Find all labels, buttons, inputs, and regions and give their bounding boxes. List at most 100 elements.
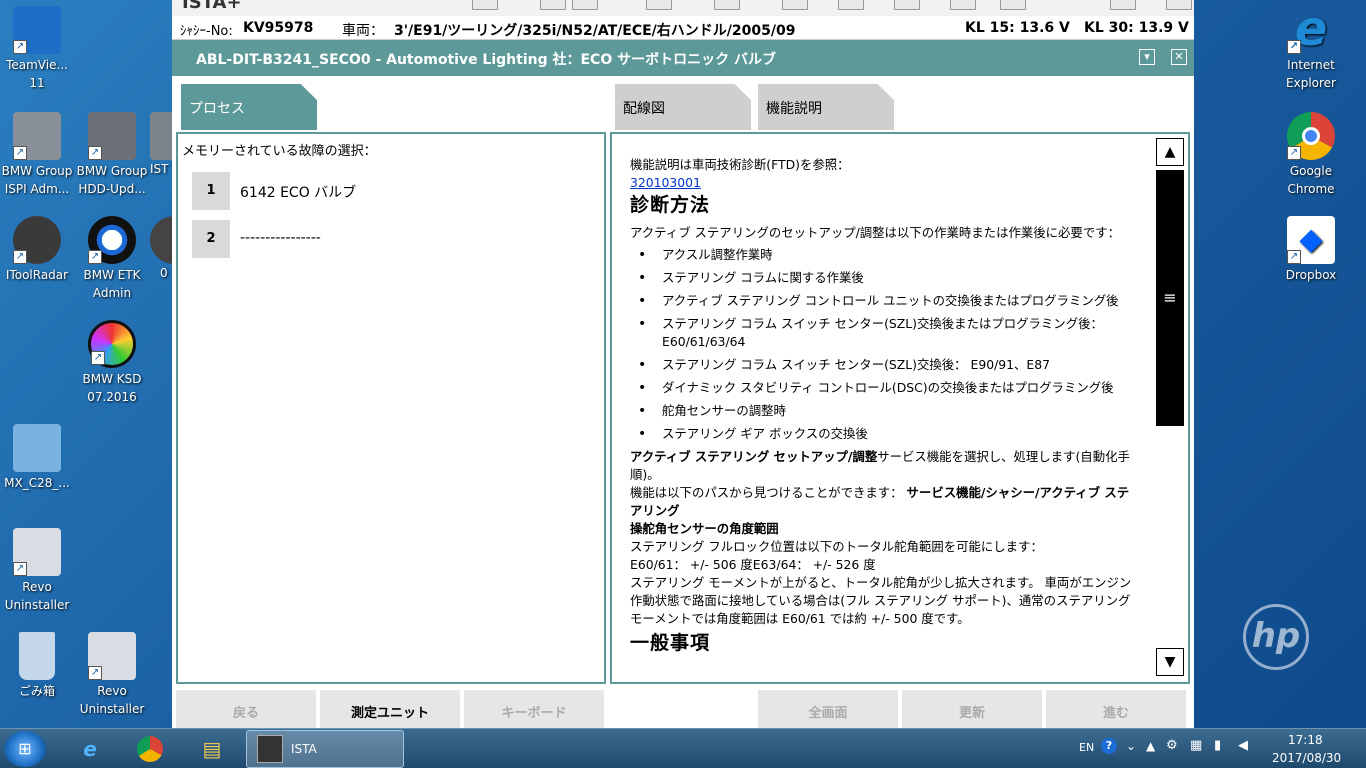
internet-explorer-icon[interactable]: e xyxy=(70,733,110,765)
fullscreen-button[interactable]: 全画面 xyxy=(758,690,898,728)
language-indicator[interactable]: EN xyxy=(1079,741,1094,754)
list-item[interactable]: 2 ---------------- xyxy=(192,220,592,258)
desktop-icon-bmw-app[interactable]: 0 xyxy=(150,216,172,282)
measurement-unit-button[interactable]: 測定ユニット xyxy=(320,690,460,728)
desktop-icon-mx-file[interactable]: MX_C28_... xyxy=(0,424,74,492)
fault-selection-panel: メモリーされている故障の選択： 1 6142 ECO バルブ 2 -------… xyxy=(176,132,606,684)
tab-process[interactable]: プロセス xyxy=(181,84,317,130)
desktop-icon-label: Internet Explorer xyxy=(1286,58,1336,90)
desktop-icon-hdd-update[interactable]: ↗ BMW Group HDD-Upd... xyxy=(75,112,149,198)
minimize-icon[interactable]: ▾ xyxy=(1139,49,1155,65)
desktop-icon-bmw-ksd[interactable]: ↗ BMW KSD 07.2016 xyxy=(75,320,149,406)
wifi-signal-icon[interactable]: ▮ xyxy=(1214,738,1221,753)
taskbar-item-ista[interactable]: ISTA xyxy=(246,730,404,768)
tab-wiring-diagram[interactable]: 配線図 xyxy=(615,84,751,130)
list-item: ステアリング コラム スイッチ センター(SZL)交換後またはプログラミング後：… xyxy=(630,315,1138,351)
toolbar-tools-button[interactable] xyxy=(714,0,740,10)
chrome-icon[interactable] xyxy=(130,733,170,765)
ista-window: ISTA+ ｼｬｼｰ-No: KV95978 車両： 3'/E91/ツーリング/… xyxy=(172,0,1194,728)
scroll-up-icon[interactable]: ▲ xyxy=(1156,138,1184,166)
toolbar-air-button[interactable] xyxy=(1000,0,1026,10)
toolbar-download-button[interactable] xyxy=(1110,0,1136,10)
fault-selection-heading: メモリーされている故障の選択： xyxy=(182,144,377,159)
paragraph: ステアリング フルロック位置は以下のトータル舵角範囲を可能にします： xyxy=(630,539,1043,554)
usb-icon[interactable]: ⚙ xyxy=(1166,738,1178,753)
toolbar-print-button[interactable] xyxy=(572,0,598,10)
toolbar-window-button[interactable] xyxy=(838,0,864,10)
toolbar-back-button[interactable] xyxy=(540,0,566,10)
subheading: 操舵角センサーの角度範囲 xyxy=(630,521,779,536)
mx-file-icon xyxy=(13,424,61,472)
toolbar-home-button[interactable] xyxy=(472,0,498,10)
desktop-icon-teamviewer[interactable]: ↗ TeamVie... 11 xyxy=(0,6,74,92)
paragraph: 機能は以下のパスから見つけることができます： サービス機能/シャシー/アクティブ… xyxy=(630,484,1138,520)
next-button[interactable]: 進む xyxy=(1046,690,1186,728)
desktop-icon-internet-explorer[interactable]: e ↗ Internet Explorer xyxy=(1274,5,1348,92)
desktop-icon-label: BMW KSD 07.2016 xyxy=(82,372,142,404)
tab-function-description[interactable]: 機能説明 xyxy=(758,84,894,130)
desktop-icon-chrome[interactable]: ↗ Google Chrome xyxy=(1274,112,1348,198)
windows-logo-icon: ⊞ xyxy=(18,739,32,758)
clock-date[interactable]: 2017/08/30 xyxy=(1272,751,1341,765)
vin-label: ｼｬｼｰ-No: xyxy=(180,24,233,39)
toolbar-film-button[interactable] xyxy=(950,0,976,10)
desktop-icon-revo-uninstaller[interactable]: ↗ Revo Uninstaller xyxy=(0,528,74,614)
revo-uninstaller-icon: ↗ xyxy=(13,528,61,576)
vehicle-value: 3'/E91/ツーリング/325i/N52/AT/ECE/右ハンドル/2005/… xyxy=(394,23,796,39)
help-icon[interactable]: ? xyxy=(1101,738,1117,754)
desktop-icon-label: MX_C28_... xyxy=(4,476,70,490)
vehicle-label: 車両： xyxy=(342,23,384,39)
back-button[interactable]: 戻る xyxy=(176,690,316,728)
desktop-icon-bmw-etk[interactable]: ↗ BMW ETK Admin xyxy=(75,216,149,302)
internet-explorer-icon: e ↗ xyxy=(1287,5,1335,54)
start-button[interactable]: ⊞ xyxy=(4,731,46,767)
file-explorer-icon[interactable]: ▤ xyxy=(192,733,232,765)
toolbar-doc-button[interactable] xyxy=(894,0,920,10)
update-button[interactable]: 更新 xyxy=(902,690,1042,728)
desktop-icon-label: BMW Group ISPI Adm... xyxy=(1,164,73,196)
dialog-title: ABL-DIT-B3241_SECO0 - Automotive Lightin… xyxy=(196,52,776,68)
network-icon[interactable]: ▦ xyxy=(1190,738,1202,753)
document-scrollbar[interactable]: ▲ ≡ ▼ xyxy=(1156,138,1184,676)
ftd-reference-link[interactable]: 320103001 xyxy=(630,175,701,190)
scroll-thumb[interactable]: ≡ xyxy=(1156,170,1184,426)
general-heading: 一般事項 xyxy=(630,632,711,654)
revo-uninstaller-icon: ↗ xyxy=(88,632,136,680)
toolbar-settings-button[interactable] xyxy=(646,0,672,10)
toolbar-wrench-button[interactable] xyxy=(782,0,808,10)
toolbar-close-button[interactable] xyxy=(1166,0,1192,10)
ista-icon xyxy=(257,735,283,763)
bmw-app-icon xyxy=(150,216,172,264)
vehicle-info-bar: ｼｬｼｰ-No: KV95978 車両： 3'/E91/ツーリング/325i/N… xyxy=(172,16,1194,40)
desktop-icon-label: Revo Uninstaller xyxy=(4,580,70,612)
list-item: ダイナミック スタビリティ コントロール(DSC)の交換後またはプログラミング後 xyxy=(630,379,1138,397)
list-item[interactable]: 1 6142 ECO バルブ xyxy=(192,172,592,210)
desktop-icon-revo-uninstaller-2[interactable]: ↗ Revo Uninstaller xyxy=(75,632,149,718)
ime-icon[interactable]: ⌄ xyxy=(1126,739,1136,753)
desktop-icon-label: IST xyxy=(150,162,169,176)
clock-time[interactable]: 17:18 xyxy=(1288,733,1323,747)
desktop-icon-label: BMW Group HDD-Upd... xyxy=(76,164,148,196)
keyboard-button[interactable]: キーボード xyxy=(464,690,604,728)
desktop-icon-recycle-bin[interactable]: ごみ箱 xyxy=(0,632,74,700)
intro-text: アクティブ ステアリングのセットアップ/調整は以下の作業時または作業後に必要です… xyxy=(630,225,1120,240)
reference-text: 機能説明は車両技術診断(FTD)を参照： xyxy=(630,157,850,172)
show-hidden-icons-icon[interactable]: ▲ xyxy=(1146,739,1155,753)
scroll-down-icon[interactable]: ▼ xyxy=(1156,648,1184,676)
hp-logo: hp xyxy=(1243,604,1309,670)
itoolradar-icon: ↗ xyxy=(13,216,61,264)
fault-label: 6142 ECO バルブ xyxy=(240,185,357,201)
desktop-icon-label: ごみ箱 xyxy=(18,684,55,698)
service-function-name: アクティブ ステアリング セットアップ/調整 xyxy=(630,449,878,464)
desktop-icon-label: Google Chrome xyxy=(1287,164,1335,196)
volume-icon[interactable]: ◀ xyxy=(1238,738,1248,753)
desktop-icon-itoolradar[interactable]: ↗ IToolRadar xyxy=(0,216,74,284)
close-icon[interactable]: ✕ xyxy=(1171,49,1187,65)
app-name: ISTA+ xyxy=(182,0,242,13)
desktop-icon-ista[interactable]: IST xyxy=(150,112,172,178)
desktop-icon-ispi-admin[interactable]: ↗ BMW Group ISPI Adm... xyxy=(0,112,74,198)
dropbox-icon: ◆ ↗ xyxy=(1287,216,1335,264)
desktop-icon-label: TeamVie... 11 xyxy=(6,58,68,90)
bmw-etk-icon: ↗ xyxy=(88,216,136,264)
desktop-icon-dropbox[interactable]: ◆ ↗ Dropbox xyxy=(1274,216,1348,284)
